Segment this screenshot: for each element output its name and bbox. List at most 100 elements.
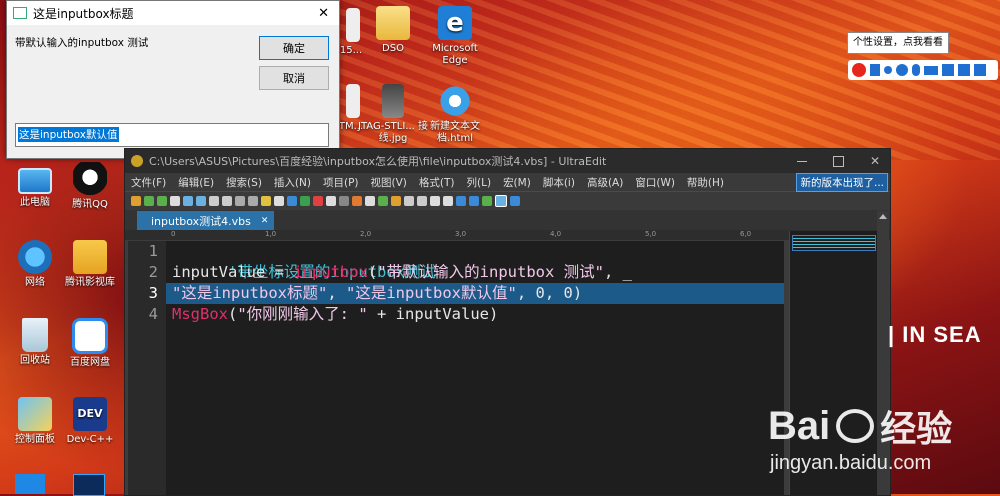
- menu-help[interactable]: 帮助(H): [687, 175, 724, 190]
- desktop-icon-dso[interactable]: DSO: [358, 6, 428, 55]
- desktop-icon-devcpp[interactable]: DEV Dev-C++: [55, 397, 125, 446]
- menu-advanced[interactable]: 高级(A): [587, 175, 623, 190]
- menu-project[interactable]: 项目(P): [323, 175, 359, 190]
- tooltip: 个性设置，点我看看: [847, 32, 949, 54]
- menu-view[interactable]: 视图(V): [371, 175, 407, 190]
- toolbar-tool9-icon[interactable]: [443, 196, 453, 206]
- inputbox-dialog: 这是inputbox标题 ✕ 带默认输入的inputbox 测试 确定 取消 这…: [6, 0, 340, 159]
- maximize-icon[interactable]: [832, 155, 844, 167]
- ie-icon: [438, 84, 472, 118]
- toolbar: [125, 191, 890, 210]
- toolbar-tool5-icon[interactable]: [391, 196, 401, 206]
- close-icon[interactable]: ✕: [870, 154, 880, 168]
- menu-insert[interactable]: 插入(N): [274, 175, 311, 190]
- ue-title: C:\Users\ASUS\Pictures\百度经验\inputbox怎么使用…: [149, 155, 607, 168]
- line-number-gutter: 1 2 3 4: [128, 241, 166, 495]
- code-line-2: inputValue = inputbox("带默认输入的inputbox 测试…: [172, 263, 632, 281]
- network-icon: [18, 240, 52, 274]
- qq-icon: [73, 162, 107, 196]
- toolbar-save-icon[interactable]: [196, 196, 206, 206]
- toolbar-tool8-icon[interactable]: [430, 196, 440, 206]
- dialog-prompt: 带默认输入的inputbox 测试: [15, 37, 149, 49]
- tab-bar: inputbox测试4.vbs ✕: [125, 210, 890, 230]
- menu-file[interactable]: 文件(F): [131, 175, 166, 190]
- toolbar-cut-icon[interactable]: [235, 196, 245, 206]
- recycle-bin-icon: [22, 318, 48, 352]
- menu-script[interactable]: 脚本(i): [543, 175, 575, 190]
- toolbar-file-icon[interactable]: [170, 196, 180, 206]
- ue-titlebar[interactable]: C:\Users\ASUS\Pictures\百度经验\inputbox怎么使用…: [125, 149, 890, 173]
- dialog-titlebar[interactable]: 这是inputbox标题 ✕: [7, 1, 339, 25]
- toolbar-tool11-icon[interactable]: [469, 196, 479, 206]
- desktop-icon-edge[interactable]: e Microsoft Edge: [420, 6, 490, 67]
- minimap-viewport[interactable]: [792, 235, 876, 251]
- code-line-3: "这是inputbox标题", "这是inputbox默认值", 0, 0): [172, 284, 583, 302]
- ime-toolbar[interactable]: [848, 60, 998, 80]
- toolbar-find-icon[interactable]: [313, 196, 323, 206]
- toolbar-paste-icon[interactable]: [261, 196, 271, 206]
- menu-macro[interactable]: 宏(M): [503, 175, 531, 190]
- toolbar-back-icon[interactable]: [144, 196, 154, 206]
- minimize-icon[interactable]: [796, 160, 807, 162]
- toolbar-replace-icon[interactable]: [300, 196, 310, 206]
- toolbar-print-icon[interactable]: [209, 196, 219, 206]
- menu-search[interactable]: 搜索(S): [226, 175, 262, 190]
- menu-icon[interactable]: [974, 64, 986, 76]
- toolbar-tool3-icon[interactable]: [365, 196, 375, 206]
- tab-label: inputbox测试4.vbs: [151, 214, 251, 228]
- toolbar-preview-icon[interactable]: [222, 196, 232, 206]
- toolbar-tool13-icon[interactable]: [510, 196, 520, 206]
- desktop-icon-video[interactable]: 腾讯影视库: [55, 240, 125, 289]
- scroll-up-icon[interactable]: [879, 214, 887, 219]
- code-editor[interactable]: 1 2 3 4 '带坐标设置的inputbox测试 inputValue = i…: [128, 241, 784, 495]
- dialog-input[interactable]: 这是inputbox默认值: [15, 123, 329, 147]
- menu-column[interactable]: 列(L): [467, 175, 492, 190]
- desktop-icon-qq[interactable]: 腾讯QQ: [55, 162, 125, 211]
- app-icon-partial[interactable]: [15, 474, 45, 494]
- toolbar-open-icon[interactable]: [183, 196, 193, 206]
- menu-format[interactable]: 格式(T): [419, 175, 455, 190]
- dialog-title: 这是inputbox标题: [33, 6, 134, 21]
- menu-edit[interactable]: 编辑(E): [178, 175, 214, 190]
- toolbar-forward-icon[interactable]: [157, 196, 167, 206]
- sogou-icon[interactable]: [852, 63, 866, 77]
- dialog-input-value: 这是inputbox默认值: [18, 127, 119, 142]
- toolbar-copy-icon[interactable]: [248, 196, 258, 206]
- toolbar-tool10-icon[interactable]: [456, 196, 466, 206]
- desktop-icon-html-file[interactable]: 新建文本文 档.html: [420, 84, 490, 145]
- paw-icon: [836, 409, 875, 443]
- toolbar-tool6-icon[interactable]: [404, 196, 414, 206]
- update-notice[interactable]: 新的版本出现了...: [796, 172, 888, 192]
- lang-icon[interactable]: [870, 64, 880, 76]
- desktop-icon-baidu-netdisk[interactable]: 百度网盘: [55, 318, 125, 369]
- mic-icon[interactable]: [912, 64, 920, 76]
- toolbar-undo-icon[interactable]: [274, 196, 284, 206]
- close-icon[interactable]: ✕: [318, 6, 329, 21]
- toolbar-refresh-icon[interactable]: [482, 196, 492, 206]
- toolbar-wrap-icon[interactable]: [326, 196, 336, 206]
- code-line-1: '带坐标设置的inputbox测试: [228, 263, 436, 281]
- ok-button[interactable]: 确定: [259, 36, 329, 60]
- toolbar-tool12-icon[interactable]: [495, 195, 507, 207]
- image-file-icon: [382, 84, 404, 118]
- skin-icon[interactable]: [942, 64, 954, 76]
- menu-window[interactable]: 窗口(W): [635, 175, 675, 190]
- punct-icon[interactable]: [884, 66, 892, 74]
- shirt-icon[interactable]: [958, 64, 970, 76]
- cancel-button[interactable]: 取消: [259, 66, 329, 90]
- toolbar-new-icon[interactable]: [131, 196, 141, 206]
- toolbar-search-icon[interactable]: [287, 196, 297, 206]
- toolbar-tool7-icon[interactable]: [417, 196, 427, 206]
- code-line-4: MsgBox("你刚刚输入了: " + inputValue): [172, 305, 499, 323]
- desktop-icon-jtag-image[interactable]: JTAG-STLI... 接线.jpg: [358, 84, 428, 145]
- wallpaper-text: | IN SEA: [888, 322, 982, 347]
- tab-inputbox-vbs[interactable]: inputbox测试4.vbs ✕: [137, 211, 275, 230]
- baidu-netdisk-icon: [72, 318, 108, 354]
- photoshop-icon[interactable]: [73, 474, 105, 496]
- toolbar-tool1-icon[interactable]: [339, 196, 349, 206]
- toolbar-tool2-icon[interactable]: [352, 196, 362, 206]
- toolbar-tool4-icon[interactable]: [378, 196, 388, 206]
- keyboard-icon[interactable]: [924, 65, 938, 75]
- tab-close-icon[interactable]: ✕: [261, 216, 269, 226]
- emoji-icon[interactable]: [896, 64, 908, 76]
